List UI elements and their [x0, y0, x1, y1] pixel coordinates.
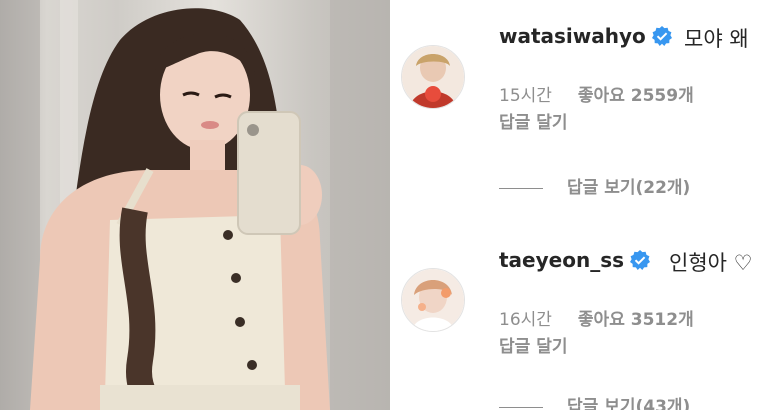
verified-badge-icon: [630, 250, 651, 270]
comment-time: 16시간: [499, 310, 552, 330]
reply-button[interactable]: 답글 달기: [499, 332, 567, 357]
avatar[interactable]: [401, 45, 465, 109]
comment-text: 모야 왜: [684, 27, 749, 51]
comments-panel: watasiwahyo 모야 왜 15시간 좋아요 2559개 답글 달기 답글 …: [393, 0, 780, 410]
avatar[interactable]: [401, 268, 465, 332]
comment-likes[interactable]: 좋아요 2559개: [578, 86, 694, 106]
selfie-illustration: [0, 0, 390, 410]
view-replies-button[interactable]: 답글 보기(22개): [499, 173, 690, 198]
post-photo[interactable]: [0, 0, 390, 410]
comment-username[interactable]: taeyeon_ss: [499, 248, 651, 272]
view-replies-label: 답글 보기(22개): [567, 178, 691, 198]
comment-meta: 15시간 좋아요 2559개: [499, 81, 694, 106]
view-replies-button[interactable]: 답글 보기(43개): [499, 392, 690, 410]
replies-line: [499, 187, 543, 189]
comment-time: 15시간: [499, 86, 552, 106]
comment-meta: 16시간 좋아요 3512개: [499, 305, 694, 330]
replies-line: [499, 406, 543, 408]
verified-badge-icon: [651, 26, 672, 46]
view-replies-label: 답글 보기(43개): [567, 397, 691, 410]
comment-likes[interactable]: 좋아요 3512개: [578, 310, 694, 330]
comment-username[interactable]: watasiwahyo: [499, 24, 672, 48]
reply-button[interactable]: 답글 달기: [499, 108, 567, 133]
comment-text: 인형아 ♡: [669, 251, 753, 275]
